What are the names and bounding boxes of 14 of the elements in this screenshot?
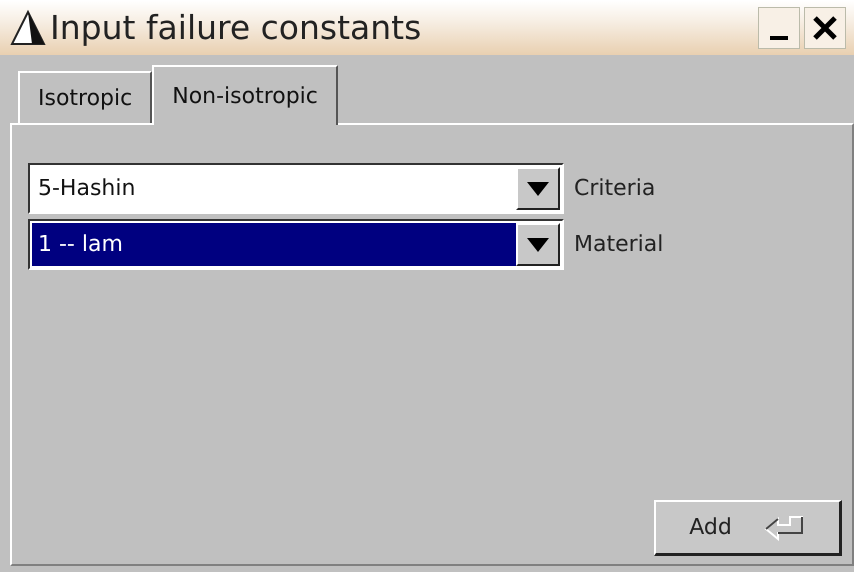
- dropdown-field[interactable]: 1 -- lam: [28, 219, 564, 270]
- field-label: Criteria: [574, 175, 656, 203]
- window-title: Input failure constants: [50, 11, 422, 44]
- dropdown-arrow-icon: [527, 238, 549, 252]
- dropdown-field[interactable]: 5-Hashin: [28, 163, 564, 214]
- dropdown-arrow-icon: [527, 182, 549, 196]
- app-logo-icon: [8, 8, 48, 48]
- field-label: Material: [574, 231, 664, 259]
- close-icon: [812, 14, 838, 40]
- add-button[interactable]: Add: [654, 500, 842, 556]
- tab[interactable]: Non-isotropic: [152, 65, 338, 125]
- close-button[interactable]: [804, 6, 846, 48]
- tab[interactable]: Isotropic: [18, 71, 152, 123]
- minimize-button[interactable]: [758, 6, 800, 48]
